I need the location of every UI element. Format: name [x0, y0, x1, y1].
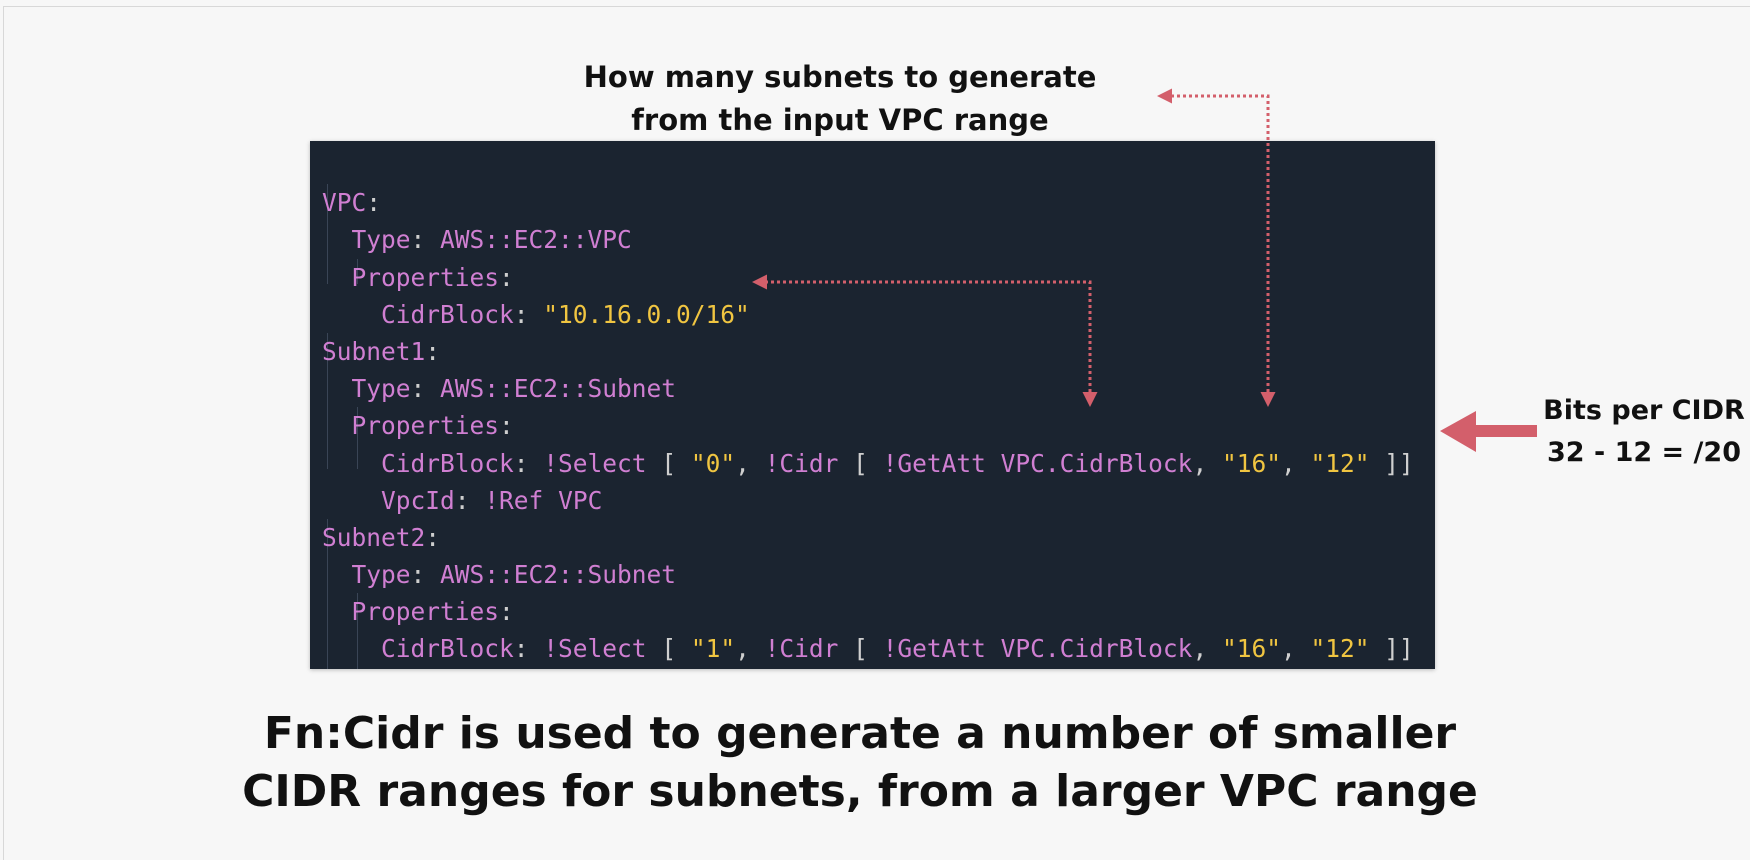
- bits-per-cidr-annotation: Bits per CIDR 32 - 12 = /20: [1530, 390, 1750, 474]
- bits-per-cidr-annotation-line1: Bits per CIDR: [1543, 395, 1745, 426]
- bits-per-cidr-annotation-line2: 32 - 12 = /20: [1546, 437, 1741, 468]
- bits-per-cidr-arrow: [1440, 411, 1537, 452]
- slide-caption-line2: CIDR ranges for subnets, from a larger V…: [242, 766, 1478, 817]
- vpc-cidr-link-arrow: [752, 274, 1098, 407]
- slide-caption-line1: Fn:Cidr is used to generate a number of …: [263, 708, 1457, 759]
- slide-caption: Fn:Cidr is used to generate a number of …: [240, 705, 1480, 821]
- subnet-count-arrow: [1157, 88, 1276, 407]
